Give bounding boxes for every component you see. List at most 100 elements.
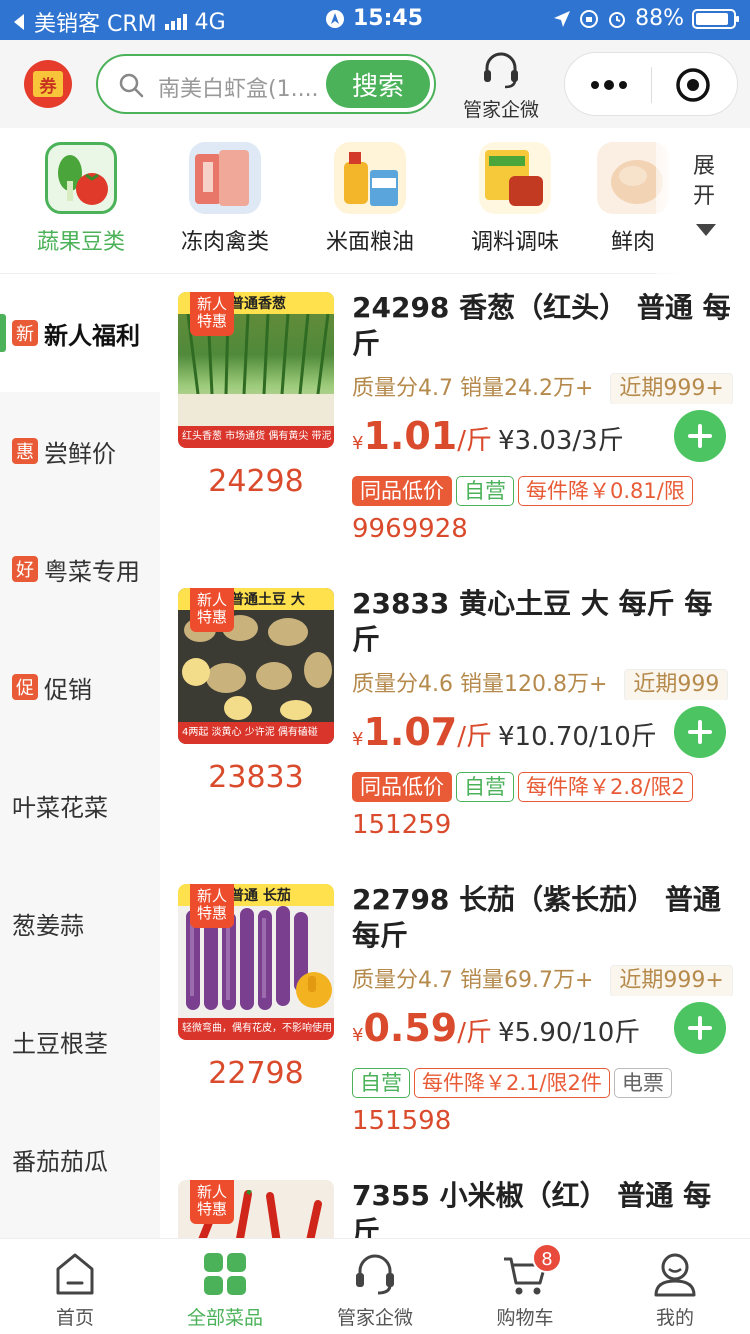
product-meta: 质量分4.6 销量120.8万+ 近期999 [352,666,734,700]
sidebar-item-promotion[interactable]: 促 促销 [0,628,160,746]
product-card[interactable]: 新人特惠 7355 小米椒（红） 普通 每斤 [160,1162,750,1238]
add-to-cart-button[interactable] [674,706,726,758]
sidebar-item-tomato[interactable]: 番茄茄瓜 [0,1100,160,1218]
unit-price: 1.07 [363,710,458,754]
sidebar-item-leafy[interactable]: 叶菜花菜 [0,746,160,864]
product-image[interactable]: 普通土豆 大 4两起 淡黄心 少许泥 偶有磕碰 新人特惠 [178,588,334,744]
category-seasoning[interactable]: 调料调味 [450,142,580,256]
image-band-text: 普通土豆 大 [230,592,305,608]
sidebar-item-onion-ginger[interactable]: 葱姜蒜 [0,864,160,982]
price-unit: /斤 [457,1018,492,1048]
image-caption: 4两起 淡黄心 少许泥 偶有磕碰 [178,722,334,744]
header: 券 南美白虾盒(1.... 搜索 管家企微 [0,40,750,128]
search-bar[interactable]: 南美白虾盒(1.... 搜索 [96,54,436,114]
expand-categories-button[interactable]: 展开 [656,128,750,274]
sidebar-item-cantonese[interactable]: 好 粤菜专用 [0,510,160,628]
expand-label: 展开 [692,154,715,209]
add-to-cart-button[interactable] [674,1002,726,1054]
sidebar-item-label: 葱姜蒜 [12,911,84,940]
new-user-tag: 新人特惠 [190,884,234,928]
product-tags: 自营 每件降￥2.1/限2件 电票 [352,1068,734,1100]
coupon-button[interactable]: 券 [24,60,72,108]
tag-discount: 每件降￥2.1/限2件 [414,1068,610,1098]
search-button[interactable]: 搜索 [326,60,430,108]
product-card[interactable]: 普通土豆 大 4两起 淡黄心 少许泥 偶有磕碰 新人特惠 23833 23833… [160,570,750,866]
status-bar: 美销客 CRM 4G 15:45 88% [0,0,750,40]
user-icon [654,1253,696,1297]
product-price: ¥0.59/斤 ¥5.90/10斤 [352,1006,640,1050]
sidebar-item-roots[interactable]: 土豆根茎 [0,982,160,1100]
headset-icon [356,1254,394,1295]
category-vegetables[interactable]: 蔬果豆类 [16,142,146,256]
sidebar-item-label: 叶菜花菜 [12,793,108,822]
tag-self-operated: 自营 [352,1068,410,1098]
header-service-label: 管家企微 [462,99,539,121]
quality-score: 质量分4.7 [352,376,453,401]
header-service-button[interactable]: 管家企微 [456,50,546,122]
battery-icon [692,8,739,29]
product-tags: 同品低价 自营 每件降￥0.81/限 [352,476,734,508]
unit-price: 0.59 [363,1006,458,1050]
tab-home[interactable]: 首页 [0,1249,150,1330]
price-unit: /斤 [457,426,492,456]
close-target-icon[interactable] [675,67,711,103]
tab-label: 全部菜品 [186,1307,263,1329]
back-to-app[interactable]: 美销客 CRM 4G [12,6,226,38]
tag-e-invoice: 电票 [613,1068,672,1098]
product-card[interactable]: 普通 长茄 轻微弯曲，偶有花皮，不影响使用 新人特惠 22798 22798 长… [160,866,750,1162]
sales-volume: 销量69.7万+ [460,968,594,993]
tag-discount: 每件降￥0.81/限 [518,476,693,506]
add-to-cart-button[interactable] [674,410,726,462]
sidebar-item-label: 番茄茄瓜 [12,1147,108,1176]
category-grain-oil[interactable]: 米面粮油 [305,142,435,256]
product-number: 9969928 [352,514,468,544]
back-app-label: 美销客 CRM [34,12,157,37]
pack-price: ¥10.70/10斤 [497,722,657,752]
new-user-tag: 新人特惠 [190,588,234,632]
product-image[interactable]: 普通 长茄 轻微弯曲，偶有花皮，不影响使用 新人特惠 [178,884,334,1040]
signal-icon [164,14,187,30]
tab-profile[interactable]: 我的 [600,1249,750,1330]
product-image[interactable]: 普通香葱 红头香葱 市场通货 偶有黄尖 带泥 新人特惠 [178,292,334,448]
recent-badge: 近期999+ [610,373,733,404]
network-label: 4G [194,9,226,35]
search-icon [119,73,144,98]
currency-symbol: ¥ [352,729,364,750]
location-arrow-icon [554,10,571,27]
product-title[interactable]: 24298 香葱（红头） 普通 每斤 [352,290,732,362]
sidebar-item-label: 尝鲜价 [44,439,116,468]
sidebar-item-label: 促销 [44,675,92,704]
tab-service[interactable]: 管家企微 [300,1249,450,1330]
image-band-text: 普通香葱 [230,296,286,312]
tab-label: 购物车 [496,1307,554,1329]
alarm-icon [609,11,626,28]
product-title[interactable]: 22798 长茄（紫长茄） 普通 每斤 [352,882,732,954]
category-frozen-meat[interactable]: 冻肉禽类 [160,142,290,256]
location-circle-icon [326,9,344,28]
product-code: 22798 [208,1056,304,1091]
back-triangle-icon [14,14,24,30]
sidebar-item-new-user[interactable]: 新 新人福利 [0,274,160,392]
product-card[interactable]: 普通香葱 红头香葱 市场通货 偶有黄尖 带泥 新人特惠 24298 24298 … [160,274,750,570]
more-dots-icon[interactable] [589,75,629,95]
tab-cart[interactable]: 8 购物车 [450,1243,600,1330]
image-caption: 红头香葱 市场通货 偶有黄尖 带泥 [178,426,334,448]
sales-volume: 销量24.2万+ [460,376,594,401]
product-image[interactable]: 新人特惠 [178,1180,334,1238]
category-label: 冻肉禽类 [180,230,269,255]
coupon-label: 券 [33,71,63,97]
product-title[interactable]: 23833 黄心土豆 大 每斤 每斤 [352,586,732,658]
product-title[interactable]: 7355 小米椒（红） 普通 每斤 [352,1178,732,1238]
good-badge-icon: 好 [12,556,38,582]
tag-self-operated: 自营 [456,476,514,506]
pack-price: ¥3.03/3斤 [497,426,624,456]
product-meta: 质量分4.7 销量69.7万+ 近期999+ [352,962,734,996]
grid-icon [204,1253,246,1295]
capsule-divider [651,67,652,103]
headset-icon [484,52,518,89]
tab-all-dishes[interactable]: 全部菜品 [150,1249,300,1330]
search-input[interactable]: 南美白虾盒(1.... [158,71,328,103]
tab-label: 我的 [655,1307,694,1329]
quality-score: 质量分4.7 [352,968,453,993]
sidebar-item-trial-price[interactable]: 惠 尝鲜价 [0,392,160,510]
